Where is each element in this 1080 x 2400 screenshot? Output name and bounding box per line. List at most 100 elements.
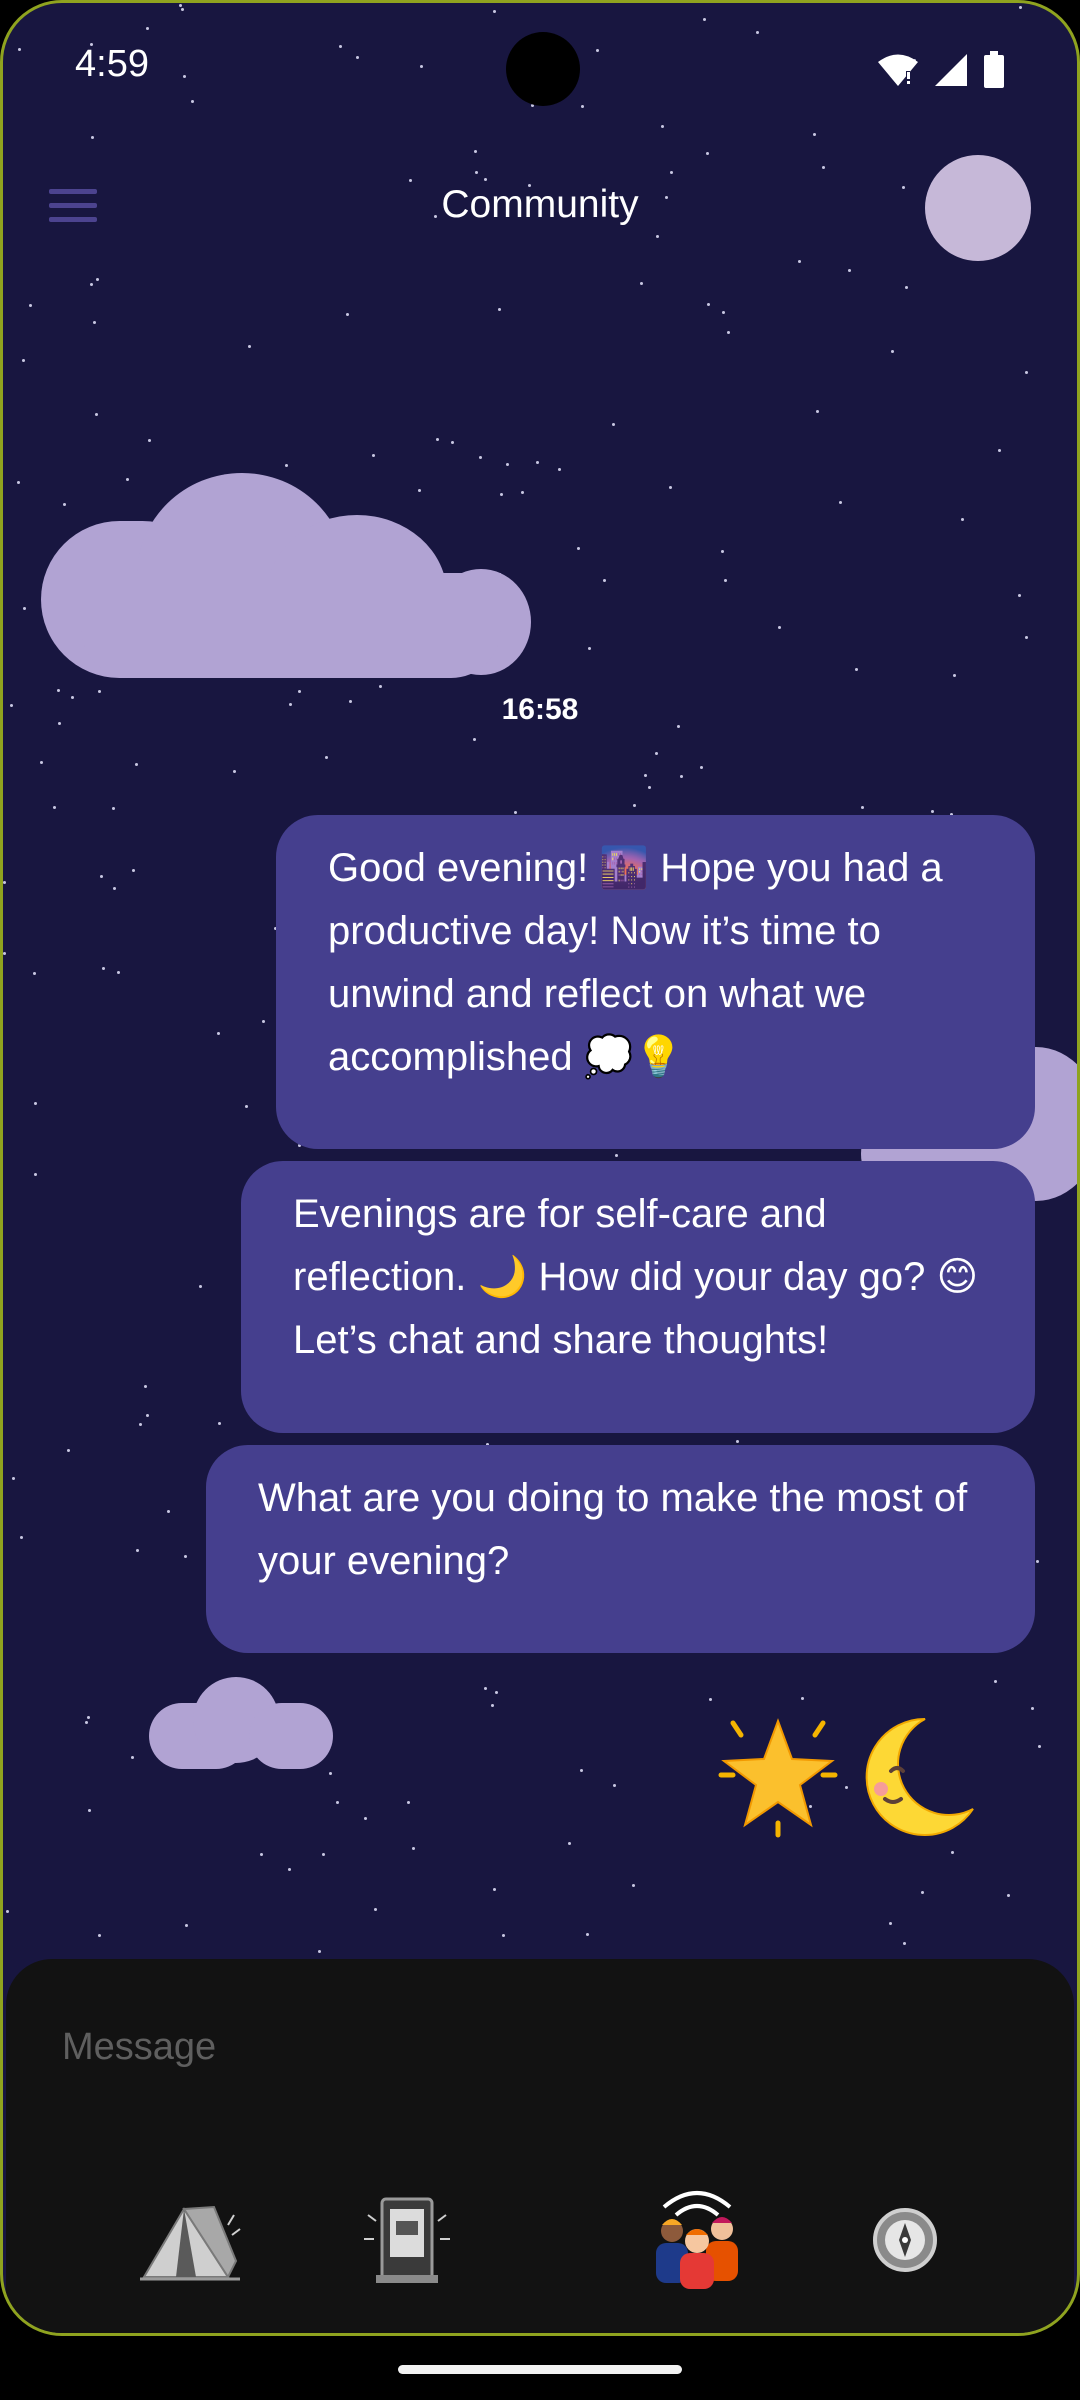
star-dot xyxy=(364,1817,367,1820)
star-dot xyxy=(88,1809,91,1812)
status-time: 4:59 xyxy=(75,43,149,85)
star-dot xyxy=(144,1385,147,1388)
star-dot xyxy=(6,1910,9,1913)
star-dot xyxy=(640,282,643,285)
wifi-icon xyxy=(878,54,918,86)
star-dot xyxy=(336,1801,339,1804)
star-dot xyxy=(139,1423,142,1426)
star-dot xyxy=(91,136,94,139)
star-dot xyxy=(12,1477,15,1480)
star-dot xyxy=(848,269,851,272)
star-dot xyxy=(484,178,487,181)
star-dot xyxy=(495,1691,498,1694)
star-dot xyxy=(318,1950,321,1953)
star-dot xyxy=(669,486,672,489)
star-dot xyxy=(680,775,683,778)
star-dot xyxy=(498,308,501,311)
star-dot xyxy=(1038,1745,1041,1748)
bottom-nav xyxy=(6,2185,1074,2295)
star-dot xyxy=(816,410,819,413)
cloud-decoration xyxy=(41,473,531,678)
star-dot xyxy=(801,1697,804,1700)
star-emoji xyxy=(718,1718,838,1838)
star-dot xyxy=(233,770,236,773)
star-dot xyxy=(491,1704,494,1707)
star-dot xyxy=(131,1756,134,1759)
star-dot xyxy=(117,971,120,974)
star-dot xyxy=(436,438,439,441)
star-dot xyxy=(3,952,6,955)
star-dot xyxy=(568,1842,571,1845)
star-dot xyxy=(953,674,956,677)
chat-message[interactable]: Evenings are for self-care and reflectio… xyxy=(241,1161,1035,1433)
star-dot xyxy=(85,1721,88,1724)
star-dot xyxy=(474,150,477,153)
star-dot xyxy=(778,626,781,629)
star-dot xyxy=(707,303,710,306)
star-dot xyxy=(217,1032,220,1035)
star-dot xyxy=(136,1549,139,1552)
star-dot xyxy=(34,1173,37,1176)
star-dot xyxy=(218,1422,221,1425)
star-dot xyxy=(655,752,658,755)
phone-booth-icon[interactable] xyxy=(352,2185,462,2295)
star-dot xyxy=(798,260,801,263)
star-dot xyxy=(102,967,105,970)
star-dot xyxy=(612,423,615,426)
star-dot xyxy=(558,468,561,471)
signal-icon xyxy=(935,54,967,86)
star-dot xyxy=(93,321,96,324)
star-dot xyxy=(346,313,349,316)
chat-message[interactable]: What are you doing to make the most of y… xyxy=(206,1445,1035,1653)
star-dot xyxy=(822,166,825,169)
star-dot xyxy=(40,761,43,764)
star-dot xyxy=(113,887,116,890)
star-dot xyxy=(96,278,99,281)
star-dot xyxy=(3,881,6,884)
star-dot xyxy=(112,807,115,810)
star-dot xyxy=(484,1687,487,1690)
star-dot xyxy=(648,786,651,789)
star-dot xyxy=(90,283,93,286)
star-dot xyxy=(727,331,730,334)
compass-icon[interactable] xyxy=(850,2185,960,2295)
star-dot xyxy=(98,1934,101,1937)
chat-message[interactable]: Good evening! 🌆 Hope you had a productiv… xyxy=(276,815,1035,1149)
star-dot xyxy=(889,1922,892,1925)
status-bar: 4:59 xyxy=(3,3,1077,133)
camp-tent-icon[interactable] xyxy=(136,2185,246,2295)
star-dot xyxy=(903,1942,906,1945)
star-dot xyxy=(285,464,288,467)
community-people-icon[interactable] xyxy=(642,2185,752,2295)
small-cloud-decoration xyxy=(149,1677,333,1769)
star-dot xyxy=(1025,371,1028,374)
star-dot xyxy=(1007,1894,1010,1897)
star-dot xyxy=(135,763,138,766)
star-dot xyxy=(586,1933,589,1936)
star-dot xyxy=(329,1772,332,1775)
star-dot xyxy=(53,806,56,809)
star-dot xyxy=(67,1449,70,1452)
profile-avatar[interactable] xyxy=(925,155,1031,261)
star-dot xyxy=(656,235,659,238)
message-input[interactable] xyxy=(62,2007,962,2087)
star-dot xyxy=(23,607,26,610)
star-dot xyxy=(861,806,864,809)
star-dot xyxy=(1018,594,1021,597)
star-dot xyxy=(288,1868,291,1871)
star-dot xyxy=(167,1510,170,1513)
star-dot xyxy=(412,1847,415,1850)
star-dot xyxy=(262,1020,265,1023)
star-dot xyxy=(588,647,591,650)
star-dot xyxy=(994,1680,997,1683)
star-dot xyxy=(580,1769,583,1772)
star-dot xyxy=(473,738,476,741)
star-dot xyxy=(961,518,964,521)
star-dot xyxy=(322,1853,325,1856)
star-dot xyxy=(33,972,36,975)
home-indicator[interactable] xyxy=(398,2365,682,2374)
star-dot xyxy=(921,1891,924,1894)
page-title: Community xyxy=(441,183,639,226)
crescent-moon-face-emoji xyxy=(865,1717,974,1836)
star-dot xyxy=(374,1908,377,1911)
